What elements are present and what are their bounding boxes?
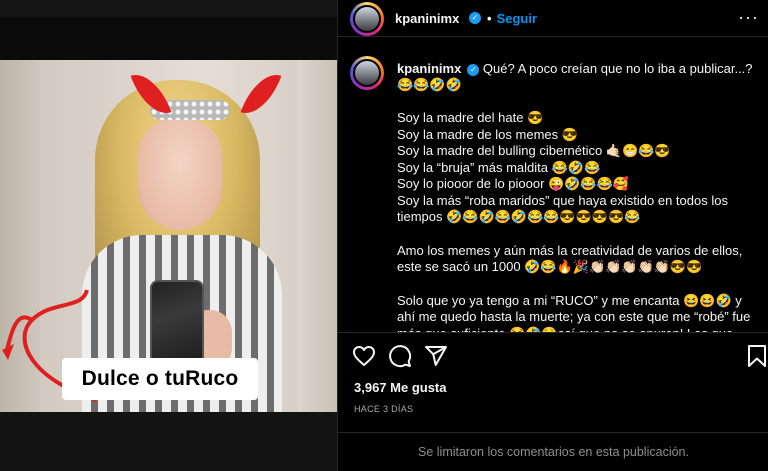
media-top-bar bbox=[0, 0, 337, 17]
heart-icon[interactable] bbox=[352, 344, 376, 368]
post-header: kpaninimx ✓ • Seguir ··· bbox=[338, 0, 768, 37]
devil-horn-right-icon bbox=[240, 67, 282, 121]
caption-line: Soy lo piooor de lo piooor 😜🤣😂😂🥰 bbox=[397, 176, 629, 191]
verified-badge-icon: ✓ bbox=[469, 12, 481, 24]
photo-face bbox=[138, 118, 222, 230]
dot-separator: • bbox=[487, 11, 492, 26]
meme-caption: Dulce o tuRuco bbox=[62, 358, 258, 400]
caption-block-1: Soy la madre del hate 😎 Soy la madre de … bbox=[397, 110, 752, 226]
header-username[interactable]: kpaninimx bbox=[395, 11, 459, 26]
caption-block-3: Solo que yo ya tengo a mi “RUCO” y me en… bbox=[397, 292, 751, 333]
media-bottom-bar bbox=[0, 412, 337, 471]
caption-line: Soy la “bruja” más maldita 😂🤣😂 bbox=[397, 159, 601, 175]
caption-avatar[interactable] bbox=[353, 59, 381, 87]
caption-block-2: Amo los memes y aún más la creatividad d… bbox=[397, 242, 743, 275]
photo-wall bbox=[297, 60, 337, 412]
caption-username[interactable]: kpaninimx bbox=[397, 61, 461, 76]
post-timestamp[interactable]: HACE 3 DÍAS bbox=[354, 404, 413, 414]
story-ring[interactable] bbox=[350, 2, 384, 36]
caption-line: Soy la más “roba maridos” que haya exist… bbox=[397, 192, 728, 225]
post-photo[interactable]: Dulce o tuRuco bbox=[0, 60, 337, 412]
caption-header: kpaninimx ✓ Qué? A poco creían que no lo … bbox=[397, 61, 757, 93]
caption-line: Soy la madre del hate 😎 bbox=[397, 110, 544, 125]
comment-icon[interactable] bbox=[388, 344, 412, 368]
caption-body: Soy la madre del hate 😎 Soy la madre de … bbox=[397, 110, 752, 332]
caption-line: Soy la madre de los memes 😎 bbox=[397, 126, 578, 142]
post-media[interactable]: Dulce o tuRuco bbox=[0, 0, 337, 471]
bookmark-icon[interactable] bbox=[745, 344, 768, 368]
likes-count[interactable]: 3,967 Me gusta bbox=[354, 380, 447, 395]
caption-line: Soy la madre del bulling cibernético 🤙🏻😁… bbox=[397, 143, 671, 158]
caption-verified-badge-icon: ✓ bbox=[467, 63, 480, 76]
comments-area[interactable]: kpaninimx ✓ Qué? A poco creían que no lo … bbox=[338, 38, 768, 332]
follow-label[interactable]: Seguir bbox=[497, 11, 537, 26]
action-bar bbox=[338, 332, 768, 378]
avatar[interactable] bbox=[353, 5, 381, 33]
follow-button[interactable]: • Seguir bbox=[487, 11, 537, 26]
photo-phone bbox=[150, 280, 204, 370]
caption-avatar-ring[interactable] bbox=[350, 56, 384, 90]
post-panel: kpaninimx ✓ • Seguir ··· kpaninimx ✓ Qué? … bbox=[337, 0, 768, 471]
more-options-icon[interactable]: ··· bbox=[738, 7, 759, 28]
comments-disabled-notice: Se limitaron los comentarios en esta pub… bbox=[338, 432, 768, 471]
paper-plane-icon[interactable] bbox=[424, 344, 448, 368]
